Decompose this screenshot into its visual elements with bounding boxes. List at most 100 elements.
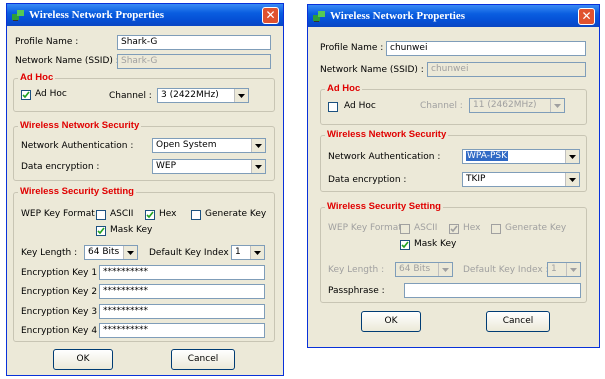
adhoc-group-title: Ad Hoc	[18, 72, 56, 83]
generate-key-label: Generate Key	[505, 223, 567, 233]
auth-select[interactable]: WPA-PSK	[462, 149, 580, 164]
chevron-down-icon[interactable]	[234, 89, 248, 102]
chevron-down-icon[interactable]	[565, 173, 579, 186]
ascii-checkbox[interactable]	[96, 210, 106, 220]
ascii-label: ASCII	[110, 209, 134, 219]
default-key-index-select[interactable]: 1	[231, 245, 265, 260]
channel-select[interactable]: 3 (2422MHz)	[157, 88, 249, 103]
adhoc-group-title: Ad Hoc	[325, 83, 363, 94]
wep-format-label: WEP Key Format :	[21, 209, 101, 219]
chevron-down-icon[interactable]	[438, 263, 452, 276]
chevron-down-icon[interactable]	[565, 150, 579, 163]
key-length-value: 64 Bits	[88, 247, 120, 257]
enc-key2-label: Encryption Key 2 :	[21, 287, 103, 297]
wep-format-label: WEP Key Format :	[328, 223, 408, 233]
key-length-select[interactable]: 64 Bits	[395, 262, 453, 277]
encryption-value: TKIP	[466, 174, 486, 184]
network-icon	[312, 9, 326, 23]
chevron-down-icon[interactable]	[123, 246, 137, 259]
enc-key3-label: Encryption Key 3 :	[21, 307, 103, 317]
adhoc-label: Ad Hoc	[344, 101, 376, 111]
generate-key-checkbox[interactable]	[491, 224, 501, 234]
mask-key-checkbox[interactable]	[400, 240, 410, 250]
key-length-label: Key Length :	[21, 248, 78, 258]
cancel-button[interactable]: Cancel	[486, 311, 550, 332]
close-button[interactable]: ✕	[262, 6, 279, 24]
hex-checkbox[interactable]	[449, 224, 459, 234]
enc-key1-input[interactable]: **********	[99, 265, 265, 280]
hex-label: Hex	[159, 209, 177, 219]
encryption-select[interactable]: WEP	[152, 159, 266, 174]
encryption-label: Data encryption :	[21, 162, 100, 172]
mask-key-label: Mask Key	[414, 239, 457, 249]
auth-value: Open System	[156, 140, 217, 150]
ssid-input[interactable]: chunwei	[427, 62, 586, 77]
cancel-button[interactable]: Cancel	[171, 349, 235, 370]
key-length-label: Key Length :	[328, 265, 385, 275]
security-setting-group-title: Wireless Security Setting	[325, 201, 443, 212]
default-key-index-label: Default Key Index :	[463, 265, 549, 275]
mask-key-checkbox[interactable]	[96, 226, 106, 236]
ok-button[interactable]: OK	[53, 349, 113, 370]
key-length-value: 64 Bits	[399, 264, 431, 274]
channel-label: Channel :	[109, 91, 152, 101]
ssid-label: Network Name (SSID) :	[320, 65, 424, 75]
security-group-title: Wireless Network Security	[325, 129, 449, 140]
ascii-checkbox[interactable]	[400, 224, 410, 234]
channel-value: 3 (2422MHz)	[161, 90, 219, 100]
enc-key3-input[interactable]: **********	[99, 304, 265, 319]
default-key-index-value: 1	[551, 264, 557, 274]
encryption-select[interactable]: TKIP	[462, 172, 580, 187]
profile-name-label: Profile Name :	[320, 43, 384, 53]
profile-name-input[interactable]: Shark-G	[117, 35, 271, 50]
profile-name-label: Profile Name :	[15, 37, 79, 47]
ssid-input[interactable]: Shark-G	[117, 54, 271, 69]
window-title: Wireless Network Properties	[330, 10, 466, 22]
default-key-index-label: Default Key Index :	[149, 248, 235, 258]
channel-value: 11 (2462MHz)	[473, 100, 537, 110]
ssid-label: Network Name (SSID) :	[15, 56, 119, 66]
network-icon	[11, 8, 25, 22]
profile-name-input[interactable]: chunwei	[386, 41, 586, 56]
chevron-down-icon[interactable]	[251, 139, 265, 152]
ok-button[interactable]: OK	[361, 311, 421, 332]
security-group-title: Wireless Network Security	[18, 120, 142, 131]
chevron-down-icon[interactable]	[250, 246, 264, 259]
auth-label: Network Authentication :	[21, 141, 134, 151]
passphrase-label: Passphrase :	[328, 286, 385, 296]
hex-label: Hex	[463, 223, 481, 233]
chevron-down-icon[interactable]	[566, 263, 580, 276]
close-button[interactable]: ✕	[578, 7, 595, 25]
security-setting-group-title: Wireless Security Setting	[18, 186, 136, 197]
generate-key-label: Generate Key	[205, 209, 267, 219]
generate-key-checkbox[interactable]	[191, 210, 201, 220]
window-title: Wireless Network Properties	[29, 9, 165, 21]
hex-checkbox[interactable]	[145, 210, 155, 220]
enc-key4-label: Encryption Key 4 :	[21, 326, 103, 336]
auth-value: WPA-PSK	[466, 151, 508, 161]
adhoc-checkbox[interactable]	[328, 102, 338, 112]
encryption-label: Data encryption :	[328, 175, 407, 185]
adhoc-label: Ad Hoc	[35, 89, 67, 99]
dialog-wep: Wireless Network Properties ✕ Profile Na…	[6, 3, 284, 376]
title-bar[interactable]: Wireless Network Properties ✕	[308, 5, 599, 27]
default-key-index-select[interactable]: 1	[547, 262, 581, 277]
dialog-wpa: Wireless Network Properties ✕ Profile Na…	[307, 4, 600, 348]
adhoc-checkbox[interactable]	[21, 90, 31, 100]
chevron-down-icon[interactable]	[550, 99, 564, 112]
channel-label: Channel :	[420, 101, 463, 111]
enc-key4-input[interactable]: **********	[99, 323, 265, 338]
channel-select[interactable]: 11 (2462MHz)	[469, 98, 565, 113]
key-length-select[interactable]: 64 Bits	[84, 245, 138, 260]
chevron-down-icon[interactable]	[251, 160, 265, 173]
passphrase-input[interactable]	[404, 283, 581, 298]
default-key-index-value: 1	[235, 247, 241, 257]
encryption-value: WEP	[156, 161, 177, 171]
mask-key-label: Mask Key	[110, 225, 153, 235]
auth-label: Network Authentication :	[328, 152, 441, 162]
title-bar[interactable]: Wireless Network Properties ✕	[7, 4, 283, 26]
enc-key2-input[interactable]: **********	[99, 284, 265, 299]
ascii-label: ASCII	[414, 223, 438, 233]
enc-key1-label: Encryption Key 1 :	[21, 268, 103, 278]
auth-select[interactable]: Open System	[152, 138, 266, 153]
